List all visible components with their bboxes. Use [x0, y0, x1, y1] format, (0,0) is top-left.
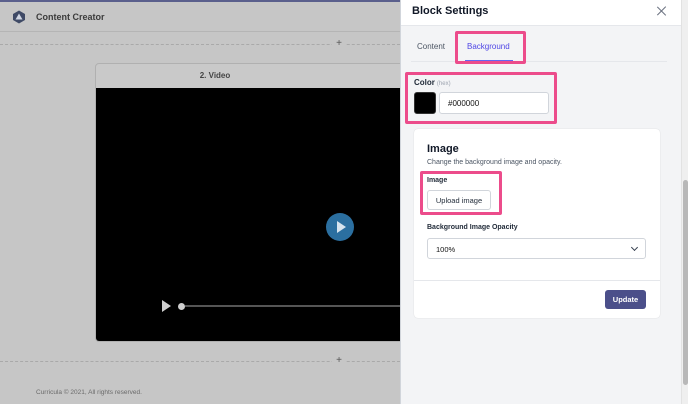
app-header: Content Creator	[0, 2, 400, 32]
panel-scrollbar[interactable]	[681, 0, 688, 404]
tab-content[interactable]: Content	[417, 42, 445, 51]
tab-divider	[411, 61, 667, 62]
add-block-row-top: +	[0, 38, 400, 50]
video-block-title: 2. Video	[199, 71, 231, 80]
chevron-down-icon	[630, 243, 639, 252]
opacity-select[interactable]: 100%	[427, 238, 646, 259]
add-block-row-bottom: +	[0, 355, 400, 367]
add-block-button[interactable]: +	[332, 38, 346, 50]
panel-header: Block Settings	[401, 0, 681, 26]
image-card-description: Change the background image and opacity.	[427, 159, 562, 166]
image-settings-card: Image Change the background image and op…	[414, 129, 660, 318]
scrollbar-thumb[interactable]	[683, 180, 688, 385]
video-block[interactable]: 2. Video	[95, 63, 400, 342]
opacity-selected-value: 100%	[436, 245, 456, 254]
progress-track[interactable]	[185, 305, 400, 307]
video-player[interactable]	[96, 88, 400, 341]
content-creator-app: Content Creator + 2. Video + Curricula ©…	[0, 0, 400, 404]
highlight-box-upload	[420, 171, 502, 215]
panel-title: Block Settings	[412, 5, 489, 17]
tab-bar: Content Background	[401, 26, 681, 62]
add-block-button[interactable]: +	[332, 355, 346, 367]
footer-copyright: Curricula © 2021, All rights reserved.	[36, 389, 142, 396]
scrubber-handle[interactable]	[178, 303, 185, 310]
play-icon[interactable]	[162, 300, 171, 312]
card-divider	[414, 280, 660, 281]
close-icon[interactable]	[656, 5, 668, 17]
big-play-icon[interactable]	[326, 213, 354, 241]
highlight-box-background-tab	[455, 31, 526, 64]
image-card-title: Image	[427, 143, 459, 155]
app-title: Content Creator	[36, 12, 105, 22]
highlight-box-color	[405, 72, 557, 124]
opacity-field-label: Background Image Opacity	[427, 224, 518, 231]
app-logo-icon	[13, 10, 25, 24]
update-button[interactable]: Update	[605, 290, 646, 309]
